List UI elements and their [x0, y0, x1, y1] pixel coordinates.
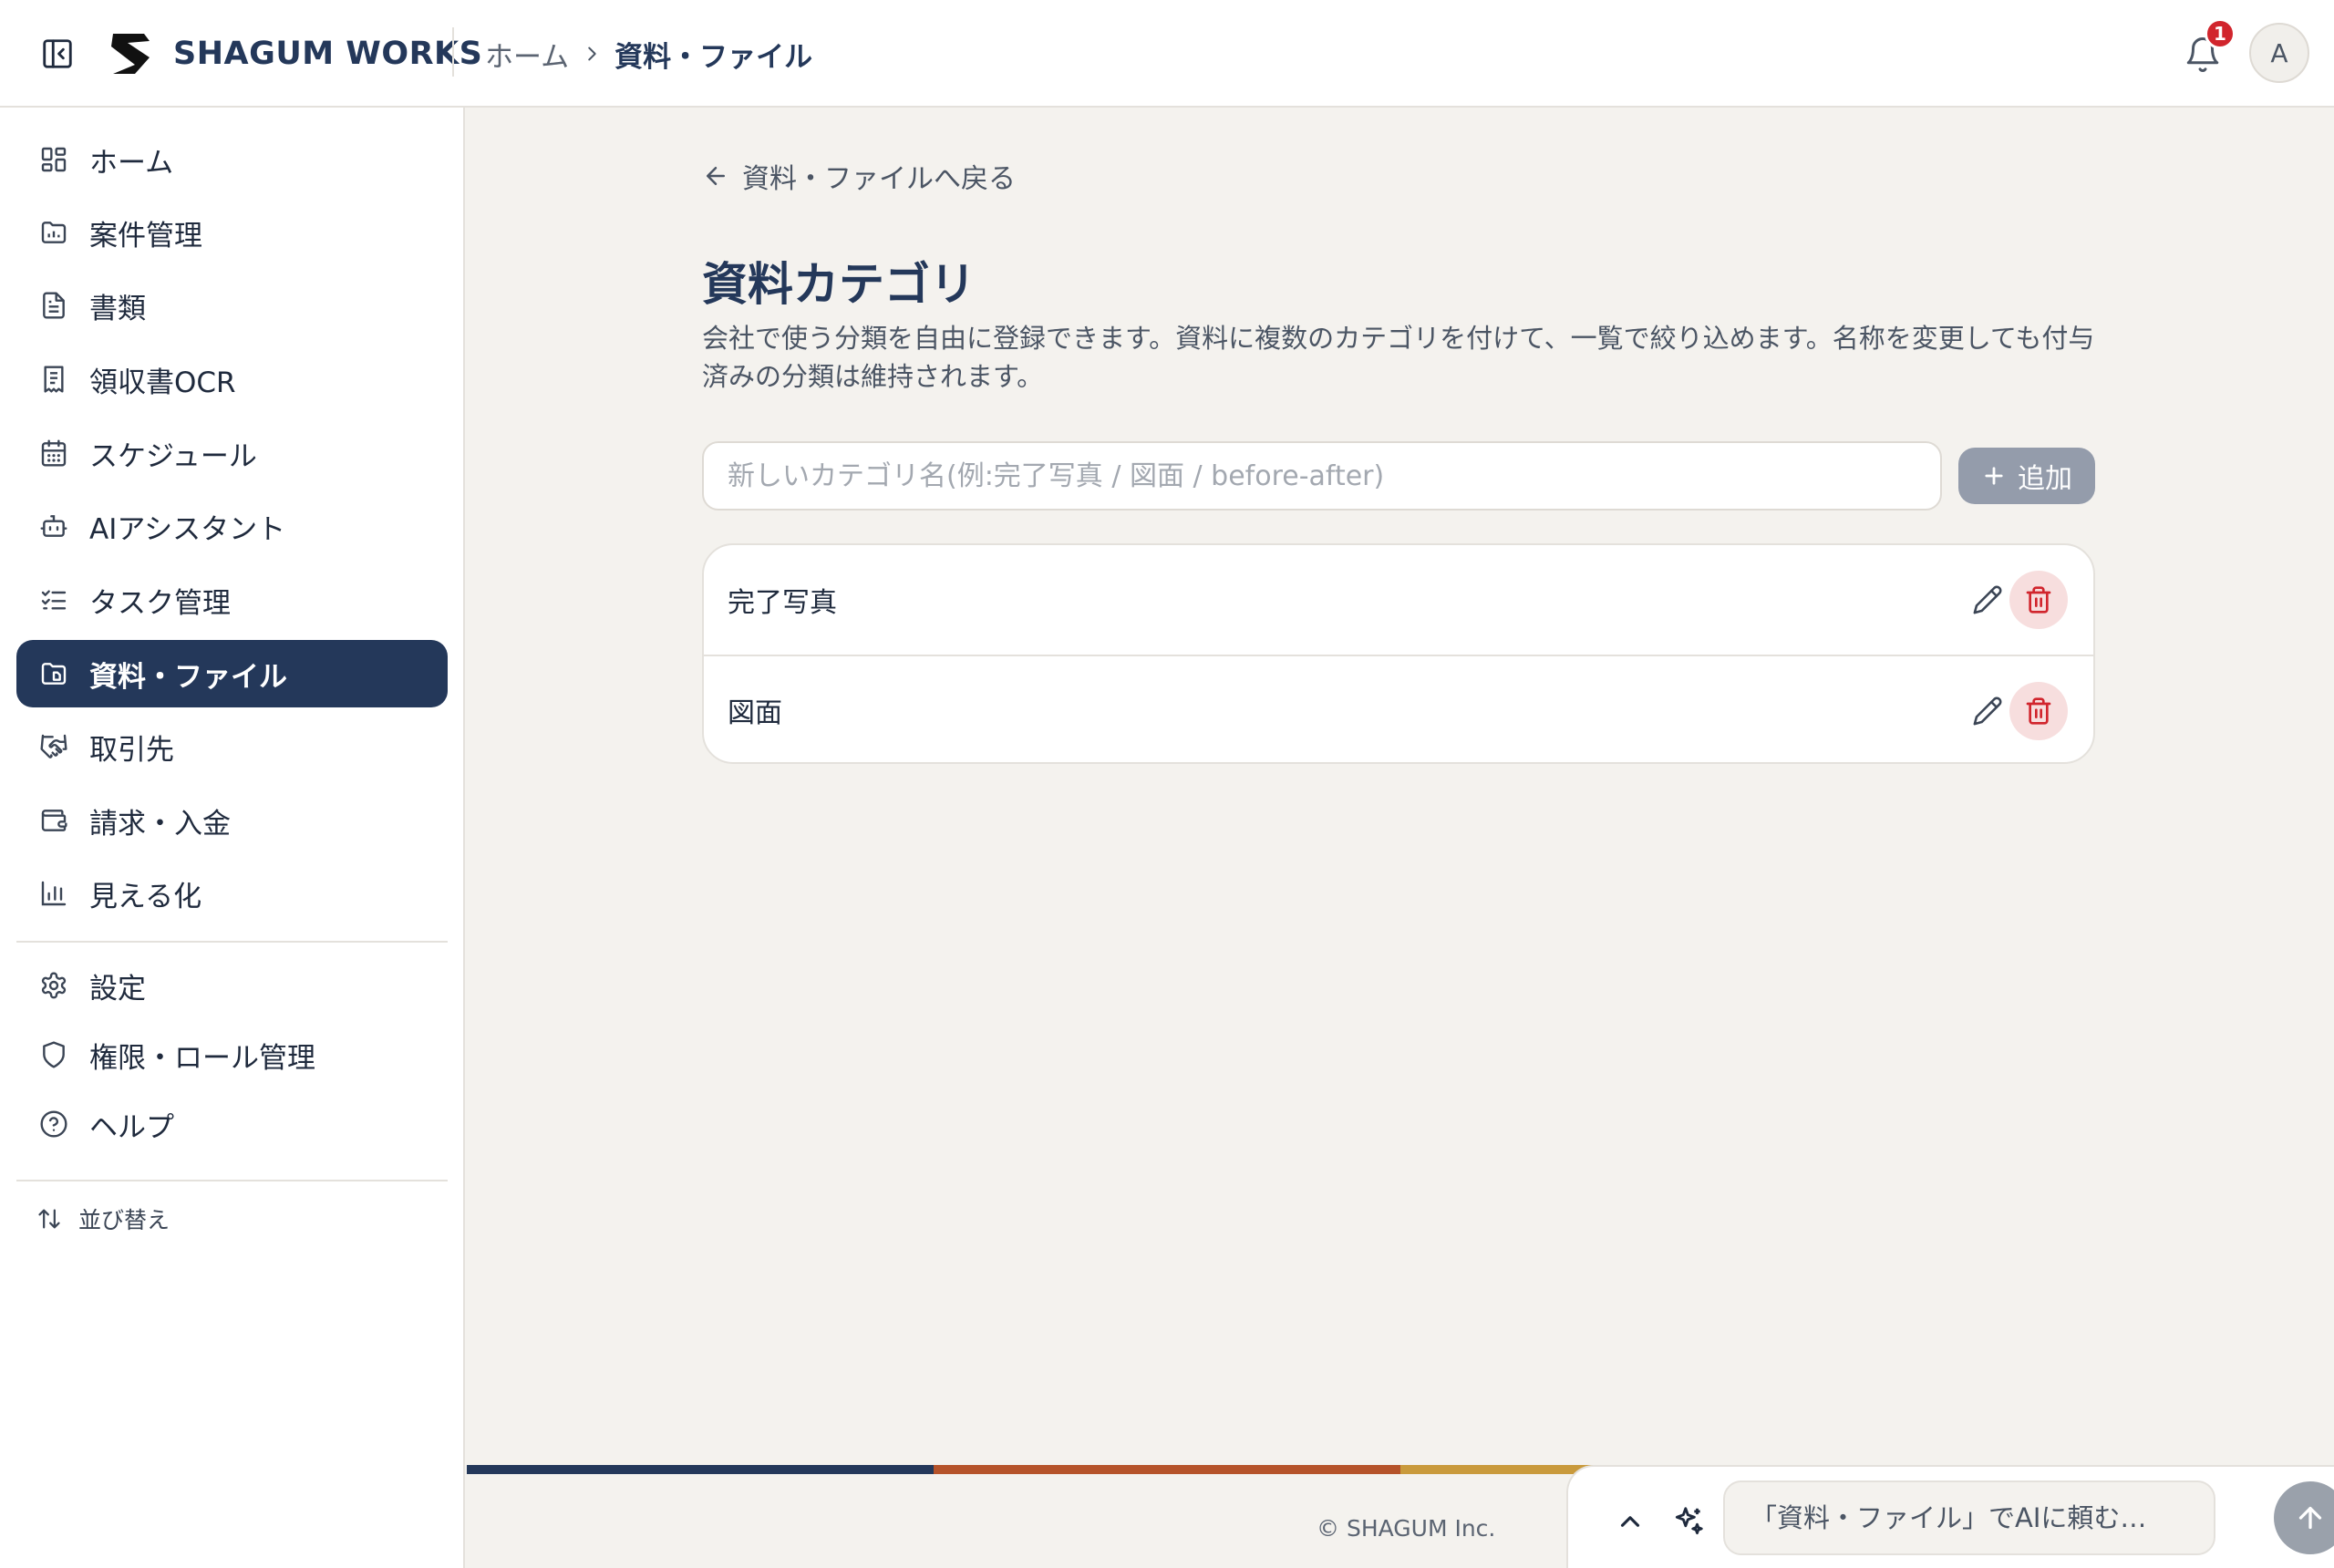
sidebar-item-files[interactable]: 資料・ファイル	[16, 640, 448, 707]
new-category-input[interactable]	[702, 441, 1942, 511]
category-row: 図面	[704, 655, 2093, 762]
footer-stripe	[467, 1465, 934, 1474]
sidebar-item-billing[interactable]: 請求・入金	[16, 787, 448, 854]
expand-ai-button[interactable]	[1605, 1496, 1656, 1547]
shield-icon	[38, 1039, 69, 1070]
page-description: 会社で使う分類を自由に登録できます。資料に複数のカテゴリを付けて、一覧で絞り込め…	[702, 323, 2095, 392]
header-divider	[452, 27, 454, 77]
sort-label: 並び替え	[78, 1207, 170, 1233]
sidebar-item-label: 取引先	[89, 733, 174, 767]
sidebar-item-documents[interactable]: 書類	[16, 272, 448, 339]
breadcrumb: ホーム 資料・ファイル	[485, 27, 812, 80]
category-name: 図面	[728, 697, 782, 729]
trash-icon	[2026, 697, 2051, 725]
ai-prompt-input[interactable]	[1723, 1480, 2215, 1555]
main-content: 資料・ファイルへ戻る 資料カテゴリ 会社で使う分類を自由に登録できます。資料に複…	[467, 109, 2334, 1568]
send-button[interactable]	[2274, 1481, 2334, 1554]
sidebar-item-label: 資料・ファイル	[89, 660, 287, 694]
chevron-up-icon	[1620, 1516, 1640, 1527]
sparkles-icon	[1663, 1496, 1714, 1547]
arrow-up-icon	[2298, 1506, 2322, 1530]
sidebar-item-home[interactable]: ホーム	[16, 126, 448, 193]
arrow-left-icon	[707, 167, 725, 185]
sidebar-item-label: 見える化	[89, 880, 202, 913]
sidebar-toggle-icon[interactable]	[33, 29, 82, 78]
plus-icon	[1985, 467, 2003, 485]
add-category-button[interactable]: 追加	[1958, 448, 2095, 504]
sidebar-item-label: 案件管理	[89, 219, 202, 253]
edit-category-button[interactable]	[1960, 573, 2015, 627]
sidebar-divider	[16, 941, 448, 943]
back-link-label: 資料・ファイルへ戻る	[742, 163, 1016, 195]
pencil-icon	[1973, 585, 2002, 614]
category-list: 完了写真 図面	[702, 543, 2095, 764]
sidebar-item-label: AIアシスタント	[89, 512, 286, 546]
wallet-icon	[38, 805, 69, 836]
app-header: SHAGUM WORKS ホーム 資料・ファイル 1 A	[0, 0, 2334, 108]
sidebar-item-label: 設定	[89, 972, 146, 1006]
breadcrumb-current: 資料・ファイル	[614, 40, 813, 74]
footer-stripe	[934, 1465, 1400, 1474]
add-button-label: 追加	[2018, 463, 2072, 495]
sidebar-sort-button[interactable]: 並び替え	[36, 1199, 170, 1239]
sidebar-item-projects[interactable]: 案件管理	[16, 199, 448, 266]
ai-assistant-bar	[1566, 1465, 2334, 1568]
bar-chart-icon	[38, 878, 69, 909]
category-name: 完了写真	[728, 587, 837, 619]
checklist-icon	[38, 584, 69, 615]
sidebar-item-label: スケジュール	[89, 439, 257, 473]
bot-icon	[38, 511, 69, 542]
sidebar-item-receipt-ocr[interactable]: 領収書OCR	[16, 346, 448, 413]
chevron-right-icon	[588, 46, 596, 61]
category-row: 完了写真	[704, 545, 2093, 655]
edit-category-button[interactable]	[1960, 684, 2015, 738]
sidebar-item-label: ヘルプ	[89, 1110, 174, 1144]
avatar[interactable]: A	[2249, 23, 2309, 83]
sidebar-item-label: ホーム	[89, 146, 174, 180]
pencil-icon	[1973, 696, 2002, 726]
delete-category-button[interactable]	[2009, 571, 2068, 629]
document-icon	[38, 290, 69, 321]
calendar-icon	[38, 438, 69, 469]
sidebar-item-analytics[interactable]: 見える化	[16, 860, 448, 927]
back-link[interactable]: 資料・ファイルへ戻る	[702, 155, 1016, 197]
sidebar-item-label: 請求・入金	[89, 807, 231, 841]
sidebar-item-clients[interactable]: 取引先	[16, 713, 448, 780]
sidebar-item-roles[interactable]: 権限・ロール管理	[16, 1021, 448, 1088]
brand-name: SHAGUM WORKS	[173, 36, 483, 72]
receipt-icon	[38, 364, 69, 395]
sidebar: ホーム 案件管理 書類 領収書OCR スケジュール AIアシスタント タスク管理…	[0, 108, 465, 1568]
help-circle-icon	[38, 1109, 69, 1140]
brand-logo-icon	[111, 34, 150, 74]
folder-chart-icon	[38, 217, 69, 248]
sidebar-item-label: 権限・ロール管理	[89, 1041, 315, 1075]
gear-icon	[38, 970, 69, 1001]
sidebar-item-label: タスク管理	[89, 586, 231, 620]
sidebar-item-settings[interactable]: 設定	[16, 952, 448, 1019]
sidebar-item-ai-assistant[interactable]: AIアシスタント	[16, 492, 448, 560]
sidebar-item-label: 領収書OCR	[89, 366, 236, 399]
brand[interactable]: SHAGUM WORKS	[108, 27, 482, 80]
dashboard-icon	[38, 144, 69, 175]
sidebar-item-tasks[interactable]: タスク管理	[16, 566, 448, 634]
handshake-icon	[38, 731, 69, 762]
notification-badge: 1	[2205, 18, 2236, 49]
page-title: 資料カテゴリ	[702, 258, 976, 311]
sidebar-item-label: 書類	[89, 292, 146, 325]
sidebar-item-schedule[interactable]: スケジュール	[16, 419, 448, 487]
copyright: © SHAGUM Inc.	[1317, 1515, 1496, 1542]
sort-arrows-icon	[38, 1209, 60, 1229]
sidebar-divider	[16, 1180, 448, 1181]
folder-file-icon	[38, 658, 69, 689]
trash-icon	[2026, 586, 2051, 614]
sidebar-item-help[interactable]: ヘルプ	[16, 1090, 448, 1158]
delete-category-button[interactable]	[2009, 682, 2068, 740]
breadcrumb-home[interactable]: ホーム	[485, 34, 569, 75]
